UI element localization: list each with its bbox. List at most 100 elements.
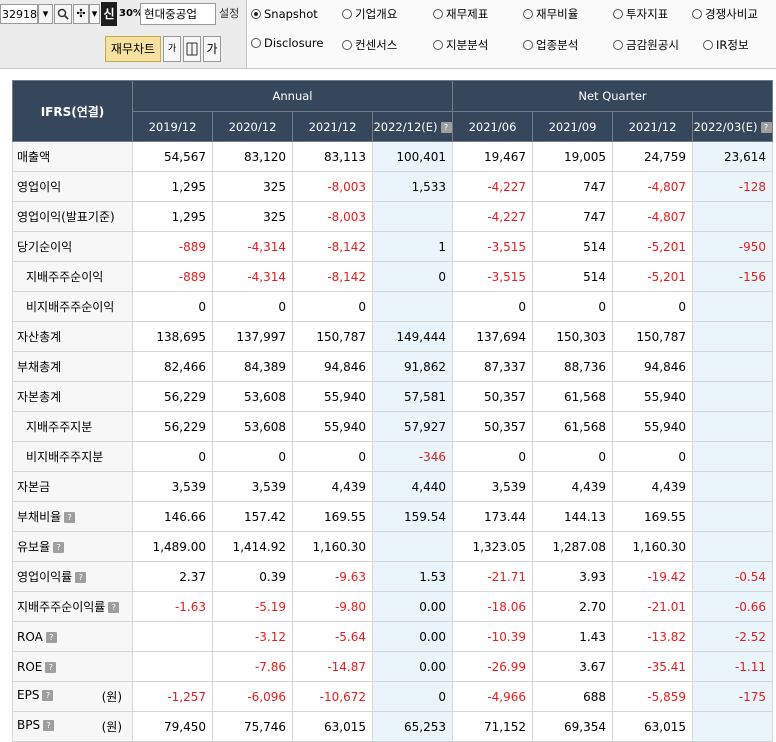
menu-ir-info[interactable]: IR정보	[703, 37, 749, 53]
table-cell: 61,568	[532, 381, 613, 412]
table-cell: 0.00	[372, 651, 453, 682]
table-cell: 1,160.30	[612, 531, 693, 562]
table-cell: -0.54	[692, 561, 773, 592]
table-cell: 0	[132, 291, 213, 322]
unit-label: (원)	[101, 720, 122, 734]
link-icon[interactable]: ✣	[73, 4, 89, 24]
font-toggle-button[interactable]: 가	[203, 36, 221, 62]
font-size-button[interactable]: 가	[163, 36, 181, 62]
table-cell: 0	[212, 291, 293, 322]
table-cell: -4,314	[212, 231, 293, 262]
menu-ownership-analysis[interactable]: 지분분석	[433, 37, 488, 53]
table-row: 지배주주순이익률? -1.63 -5.19 -9.80 0.00 -18.06 2.70 -2…	[12, 591, 773, 622]
table-cell	[372, 291, 453, 322]
help-icon[interactable]: ?	[45, 631, 57, 643]
table-cell: -9.80	[292, 591, 373, 622]
row-label: 부채비율?	[12, 501, 133, 532]
menu-financial-ratios[interactable]: 재무비율	[523, 6, 578, 22]
menu-competitor-compare[interactable]: 경쟁사비교	[692, 6, 758, 22]
table-row: 지배주주순이익 -889 -4,314 -8,142 0 -3,515 514 -5,201-…	[12, 261, 773, 292]
column-header: 2021/12	[612, 111, 693, 142]
menu-fss-disclosure[interactable]: 금감원공시	[613, 37, 679, 53]
table-cell: 137,694	[452, 321, 533, 352]
menu-consensus[interactable]: 컨센서스	[342, 37, 397, 53]
table-cell: 0	[612, 291, 693, 322]
table-cell: 0	[132, 441, 213, 472]
dropdown-arrow-icon[interactable]: ▾	[38, 4, 53, 24]
table-cell: 91,862	[372, 351, 453, 382]
table-cell: -18.06	[452, 591, 533, 622]
table-cell: 54,567	[132, 141, 213, 172]
table-cell: -8,142	[292, 261, 373, 292]
table-cell: 2.37	[132, 561, 213, 592]
help-icon[interactable]: ?	[75, 572, 87, 583]
table-cell: 63,015	[292, 711, 373, 742]
help-icon[interactable]: ?	[53, 542, 65, 553]
table-cell: 150,787	[612, 321, 693, 352]
table-cell	[692, 321, 773, 352]
table-cell: -8,142	[292, 231, 373, 262]
help-icon[interactable]: ?	[108, 602, 120, 613]
table-cell	[372, 531, 453, 562]
table-cell	[692, 441, 773, 472]
estimate-info-icon[interactable]: ?	[760, 121, 772, 133]
table-cell: 23,614	[692, 141, 773, 172]
table-row: BPS? (원) 79,450 75,746 63,015 65,253 71,152 69,…	[12, 711, 773, 742]
table-cell: 94,846	[292, 351, 373, 382]
table-cell: 2.70	[532, 591, 613, 622]
menu-disclosure[interactable]: Disclosure	[251, 35, 323, 51]
table-cell: -156	[692, 261, 773, 292]
table-cell: 0	[292, 441, 373, 472]
row-label: 영업이익	[12, 171, 133, 202]
table-cell: 24,759	[612, 141, 693, 172]
financial-chart-button[interactable]: 재무차트	[105, 36, 161, 62]
table-cell: -3,515	[452, 231, 533, 262]
table-cell	[692, 351, 773, 382]
estimate-info-icon[interactable]: ?	[440, 121, 452, 133]
table-cell: -26.99	[452, 651, 533, 682]
company-name-field[interactable]: 현대중공업	[140, 3, 216, 25]
table-cell: 0.00	[372, 591, 453, 622]
table-row: EPS? (원) -1,257 -6,096 -10,672 0 -4,966 688 -5,8…	[12, 681, 773, 712]
row-label: 자본금	[12, 471, 133, 502]
help-icon[interactable]: ?	[45, 661, 57, 673]
table-cell: 747	[532, 201, 613, 232]
table-cell: 79,450	[132, 711, 213, 742]
stock-code-input[interactable]: 329180	[0, 4, 44, 24]
setting-button[interactable]: 설정	[219, 3, 239, 25]
table-cell: 1,287.08	[532, 531, 613, 562]
table-cell: 0	[532, 291, 613, 322]
table-row: 영업이익(발표기준) 1,295 325 -8,003 -4,227 747 -4,807	[12, 201, 773, 232]
layout-icon[interactable]	[183, 36, 201, 62]
table-cell: 55,940	[612, 411, 693, 442]
menu-snapshot[interactable]: Snapshot	[251, 6, 318, 22]
table-cell: -4,227	[452, 201, 533, 232]
table-cell: -128	[692, 171, 773, 202]
table-cell: 514	[532, 231, 613, 262]
chevron-down-icon[interactable]: ▾	[89, 4, 100, 24]
table-cell: 4,439	[532, 471, 613, 502]
table-cell: -346	[372, 441, 453, 472]
table-cell: 169.55	[612, 501, 693, 532]
table-cell: 1,533	[372, 171, 453, 202]
menu-company-overview[interactable]: 기업개요	[342, 6, 397, 22]
search-icon[interactable]	[54, 4, 72, 24]
row-label: 자본총계	[12, 381, 133, 412]
table-cell: 138,695	[132, 321, 213, 352]
help-icon[interactable]: ?	[64, 512, 76, 523]
menu-industry-analysis[interactable]: 업종분석	[523, 37, 578, 53]
table-row: 매출액 54,567 83,120 83,113 100,401 19,467 19,005…	[12, 141, 773, 172]
radio-icon	[692, 9, 702, 19]
table-cell: 53,608	[212, 381, 293, 412]
table-cell: 0	[292, 291, 373, 322]
table-cell: 514	[532, 261, 613, 292]
help-icon[interactable]: ?	[42, 690, 54, 701]
table-cell: 1,414.92	[212, 531, 293, 562]
table-cell: 144.13	[532, 501, 613, 532]
table-cell: 53,608	[212, 411, 293, 442]
menu-investment-indicators[interactable]: 투자지표	[613, 6, 668, 22]
table-row: 당기순이익 -889 -4,314 -8,142 1 -3,515 514 -5,201 -95…	[12, 231, 773, 262]
help-icon[interactable]: ?	[43, 720, 55, 731]
table-cell: -3,515	[452, 261, 533, 292]
menu-financial-statements[interactable]: 재무제표	[433, 6, 488, 22]
